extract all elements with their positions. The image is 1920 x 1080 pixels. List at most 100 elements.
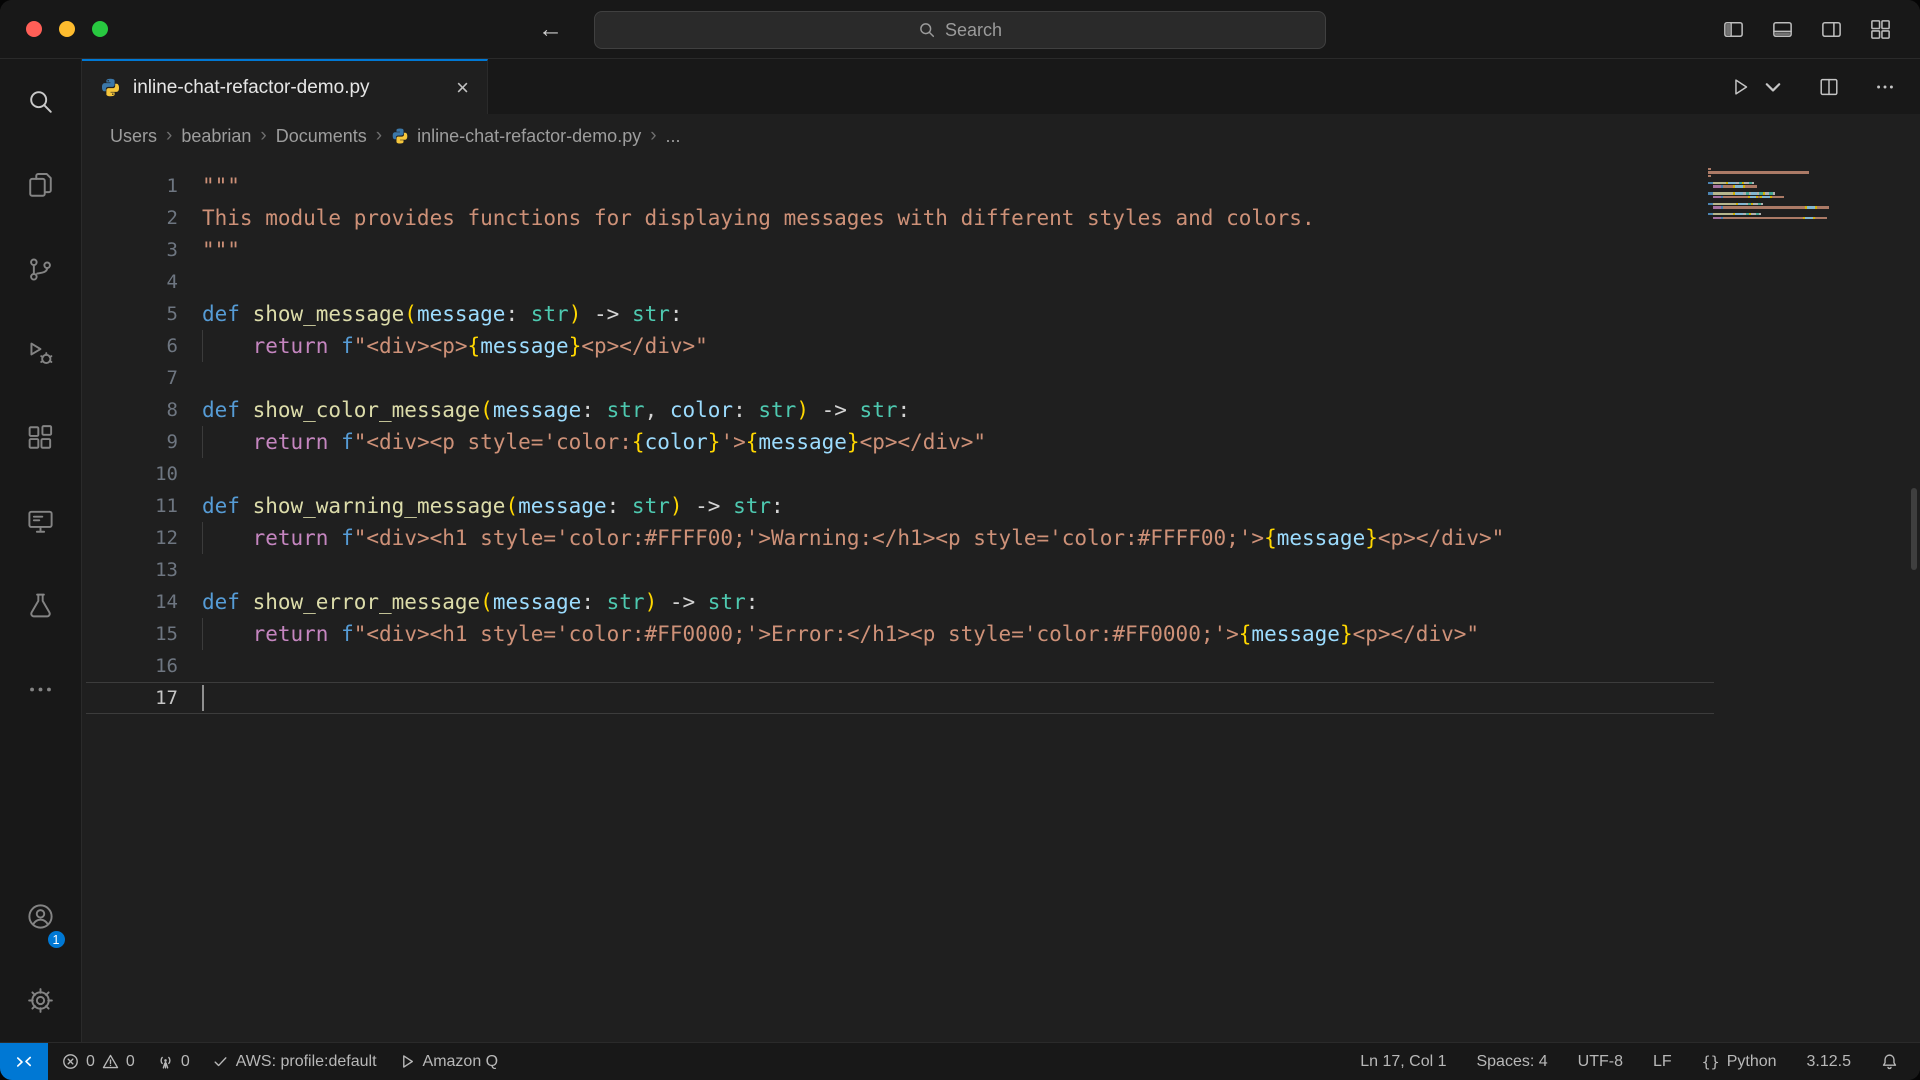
toggle-secondary-sidebar-icon[interactable] [1820, 18, 1843, 41]
code-line[interactable]: 13 [82, 554, 1920, 586]
code-line[interactable]: 10 [82, 458, 1920, 490]
code-line[interactable]: 1 """ [82, 170, 1920, 202]
code-editor[interactable]: 1 """ 2 This module provides functions for … [82, 158, 1920, 1042]
line-number[interactable]: 15 [82, 618, 178, 650]
line-number[interactable]: 6 [82, 330, 178, 362]
line-number[interactable]: 12 [82, 522, 178, 554]
line-number[interactable]: 5 [82, 298, 178, 330]
back-button[interactable]: ← [538, 15, 563, 44]
code-line[interactable]: 14 def show_error_message(message: str) -… [82, 586, 1920, 618]
line-content[interactable]: This module provides functions for displ… [178, 202, 1315, 234]
line-number[interactable]: 8 [82, 394, 178, 426]
line-number[interactable]: 1 [82, 170, 178, 202]
indentation-indicator[interactable]: Spaces: 4 [1476, 1053, 1547, 1071]
activity-testing[interactable] [0, 563, 82, 647]
toggle-primary-sidebar-icon[interactable] [1722, 18, 1745, 41]
line-number[interactable]: 3 [82, 234, 178, 266]
chevron-down-icon[interactable] [1762, 76, 1784, 98]
activity-source-control[interactable] [0, 227, 82, 311]
split-editor-icon[interactable] [1818, 76, 1840, 98]
line-content[interactable]: def show_message(message: str) -> str: [178, 298, 683, 330]
line-number[interactable]: 7 [82, 362, 178, 394]
code-line[interactable]: 4 [82, 266, 1920, 298]
line-number[interactable]: 10 [82, 458, 178, 490]
language-indicator[interactable]: {} Python [1702, 1053, 1777, 1071]
line-content[interactable]: return f"<div><h1 style='color:#FF0000;'… [178, 618, 1479, 650]
line-number[interactable]: 4 [82, 266, 178, 298]
breadcrumb-separator: › [375, 125, 383, 146]
line-content[interactable]: def show_warning_message(message: str) -… [178, 490, 784, 522]
tab-inline-chat-refactor-demo[interactable]: inline-chat-refactor-demo.py × [82, 59, 488, 114]
line-content[interactable] [178, 682, 204, 714]
customize-layout-icon[interactable] [1869, 18, 1892, 41]
breadcrumb-item[interactable]: Documents [276, 126, 367, 147]
minimize-button[interactable] [59, 21, 75, 37]
line-content[interactable]: """ [178, 234, 240, 266]
notifications-button[interactable] [1881, 1053, 1898, 1070]
minimap[interactable] [1708, 168, 1888, 227]
line-number[interactable]: 14 [82, 586, 178, 618]
interpreter-version[interactable]: 3.12.5 [1807, 1053, 1851, 1071]
command-center-search[interactable]: Search [594, 11, 1326, 49]
remote-indicator[interactable] [0, 1043, 48, 1080]
toggle-panel-icon[interactable] [1771, 18, 1794, 41]
code-line[interactable]: 16 [82, 650, 1920, 682]
line-number[interactable]: 16 [82, 650, 178, 682]
editor-actions [1730, 59, 1896, 114]
amazon-q-indicator[interactable]: Amazon Q [399, 1053, 498, 1071]
code-line[interactable]: 2 This module provides functions for disp… [82, 202, 1920, 234]
accounts-badge: 1 [45, 929, 67, 950]
activity-run-debug[interactable] [0, 311, 82, 395]
line-content[interactable]: return f"<div><h1 style='color:#FFFF00;'… [178, 522, 1504, 554]
line-number[interactable]: 9 [82, 426, 178, 458]
line-content[interactable] [178, 458, 202, 490]
line-content[interactable]: return f"<div><p style='color:{color}'>{… [178, 426, 986, 458]
activity-extensions[interactable] [0, 395, 82, 479]
cursor-position[interactable]: Ln 17, Col 1 [1360, 1053, 1446, 1071]
line-content[interactable]: def show_color_message(message: str, col… [178, 394, 910, 426]
line-content[interactable]: return f"<div><p>{message}<p></div>" [178, 330, 708, 362]
encoding-indicator[interactable]: UTF-8 [1578, 1053, 1623, 1071]
code-line[interactable]: 3 """ [82, 234, 1920, 266]
zoom-button[interactable] [92, 21, 108, 37]
breadcrumb-item[interactable]: Users [110, 126, 157, 147]
breadcrumb-item[interactable]: beabrian [181, 126, 251, 147]
code-line[interactable]: 11 def show_warning_message(message: str)… [82, 490, 1920, 522]
status-bar: 0 0 0 AWS: profile:default Amazon Q Ln 1… [0, 1042, 1920, 1080]
line-content[interactable] [178, 650, 202, 682]
activity-remote-explorer[interactable] [0, 479, 82, 563]
code-line[interactable]: 12 return f"<div><h1 style='color:#FFFF0… [82, 522, 1920, 554]
line-number[interactable]: 2 [82, 202, 178, 234]
line-content[interactable] [178, 362, 202, 394]
line-number[interactable]: 17 [82, 682, 178, 714]
code-line[interactable]: 17 [82, 682, 1920, 714]
accounts-button[interactable]: 1 [0, 874, 82, 958]
code-line[interactable]: 6 return f"<div><p>{message}<p></div>" [82, 330, 1920, 362]
scrollbar-thumb[interactable] [1911, 488, 1917, 570]
activity-search[interactable] [0, 59, 82, 143]
line-content[interactable] [178, 554, 202, 586]
activity-explorer[interactable] [0, 143, 82, 227]
problems-indicator[interactable]: 0 0 [62, 1053, 135, 1071]
breadcrumb-item-file[interactable]: inline-chat-refactor-demo.py [391, 126, 641, 147]
code-line[interactable]: 9 return f"<div><p style='color:{color}'… [82, 426, 1920, 458]
line-content[interactable] [178, 266, 202, 298]
close-button[interactable] [26, 21, 42, 37]
code-line[interactable]: 15 return f"<div><h1 style='color:#FF000… [82, 618, 1920, 650]
run-python-file-icon[interactable] [1730, 76, 1752, 98]
activity-more[interactable] [0, 647, 82, 731]
line-content[interactable]: """ [178, 170, 240, 202]
line-content[interactable]: def show_error_message(message: str) -> … [178, 586, 758, 618]
eol-indicator[interactable]: LF [1653, 1053, 1672, 1071]
code-line[interactable]: 7 [82, 362, 1920, 394]
tab-close-icon[interactable]: × [456, 76, 469, 99]
code-line[interactable]: 5 def show_message(message: str) -> str: [82, 298, 1920, 330]
aws-profile-indicator[interactable]: AWS: profile:default [212, 1053, 377, 1071]
code-line[interactable]: 8 def show_color_message(message: str, co… [82, 394, 1920, 426]
line-number[interactable]: 11 [82, 490, 178, 522]
settings-button[interactable] [0, 958, 82, 1042]
breadcrumb-item[interactable]: ... [666, 126, 681, 147]
more-actions-icon[interactable] [1874, 76, 1896, 98]
ports-indicator[interactable]: 0 [157, 1053, 190, 1071]
line-number[interactable]: 13 [82, 554, 178, 586]
